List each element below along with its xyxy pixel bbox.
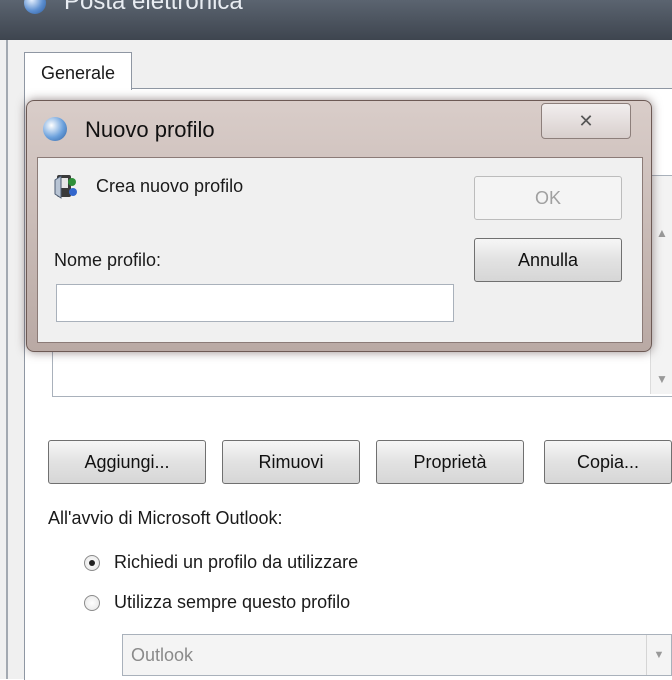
- window-titlebar: Posta elettronica: [0, 0, 672, 40]
- profile-name-label: Nome profilo:: [54, 250, 162, 270]
- cancel-button[interactable]: Annulla: [474, 238, 622, 282]
- radio-prompt-profile[interactable]: Richiedi un profilo da utilizzare: [84, 552, 358, 573]
- copy-profile-button[interactable]: Copia...: [544, 440, 672, 484]
- dialog-description: Crea nuovo profilo: [96, 176, 244, 196]
- scroll-down-arrow-icon[interactable]: ▼: [654, 372, 670, 386]
- radio-prompt-profile-label: Richiedi un profilo da utilizzare: [114, 552, 359, 572]
- remove-profile-button[interactable]: Rimuovi: [222, 440, 360, 484]
- window-left-border: [6, 40, 8, 679]
- radio-button-checked[interactable]: [84, 554, 100, 571]
- close-button[interactable]: ✕: [541, 103, 631, 139]
- close-icon: ✕: [578, 111, 594, 131]
- tab-generale[interactable]: Generale: [24, 52, 132, 90]
- add-profile-button[interactable]: Aggiungi...: [48, 440, 206, 484]
- new-profile-dialog: Nuovo profilo ✕ Crea nuovo profilo Nome …: [26, 100, 652, 352]
- properties-button[interactable]: Proprietà: [376, 440, 524, 484]
- startup-label: All'avvio di Microsoft Outlook:: [48, 508, 283, 528]
- scroll-up-arrow-icon[interactable]: ▲: [654, 226, 670, 240]
- mail-globe-icon: [24, 0, 46, 14]
- radio-button-unchecked[interactable]: [84, 594, 100, 611]
- profile-name-input[interactable]: [56, 284, 454, 322]
- profile-select: Outlook ▼: [122, 634, 672, 676]
- globe-icon: [43, 117, 67, 141]
- chevron-down-icon: ▼: [646, 635, 671, 675]
- ok-button: OK: [474, 176, 622, 220]
- radio-always-use-profile[interactable]: Utilizza sempre questo profilo: [84, 592, 350, 613]
- profile-wizard-icon: [54, 175, 77, 199]
- profile-select-value: Outlook: [131, 645, 194, 665]
- dialog-title: Nuovo profilo: [85, 117, 215, 142]
- window-title: Posta elettronica: [64, 0, 243, 15]
- radio-always-use-profile-label: Utilizza sempre questo profilo: [114, 592, 351, 612]
- dialog-body: Crea nuovo profilo Nome profilo: OK Annu…: [37, 157, 643, 343]
- profiles-list-scrollbar[interactable]: ▲ ▼: [650, 176, 672, 394]
